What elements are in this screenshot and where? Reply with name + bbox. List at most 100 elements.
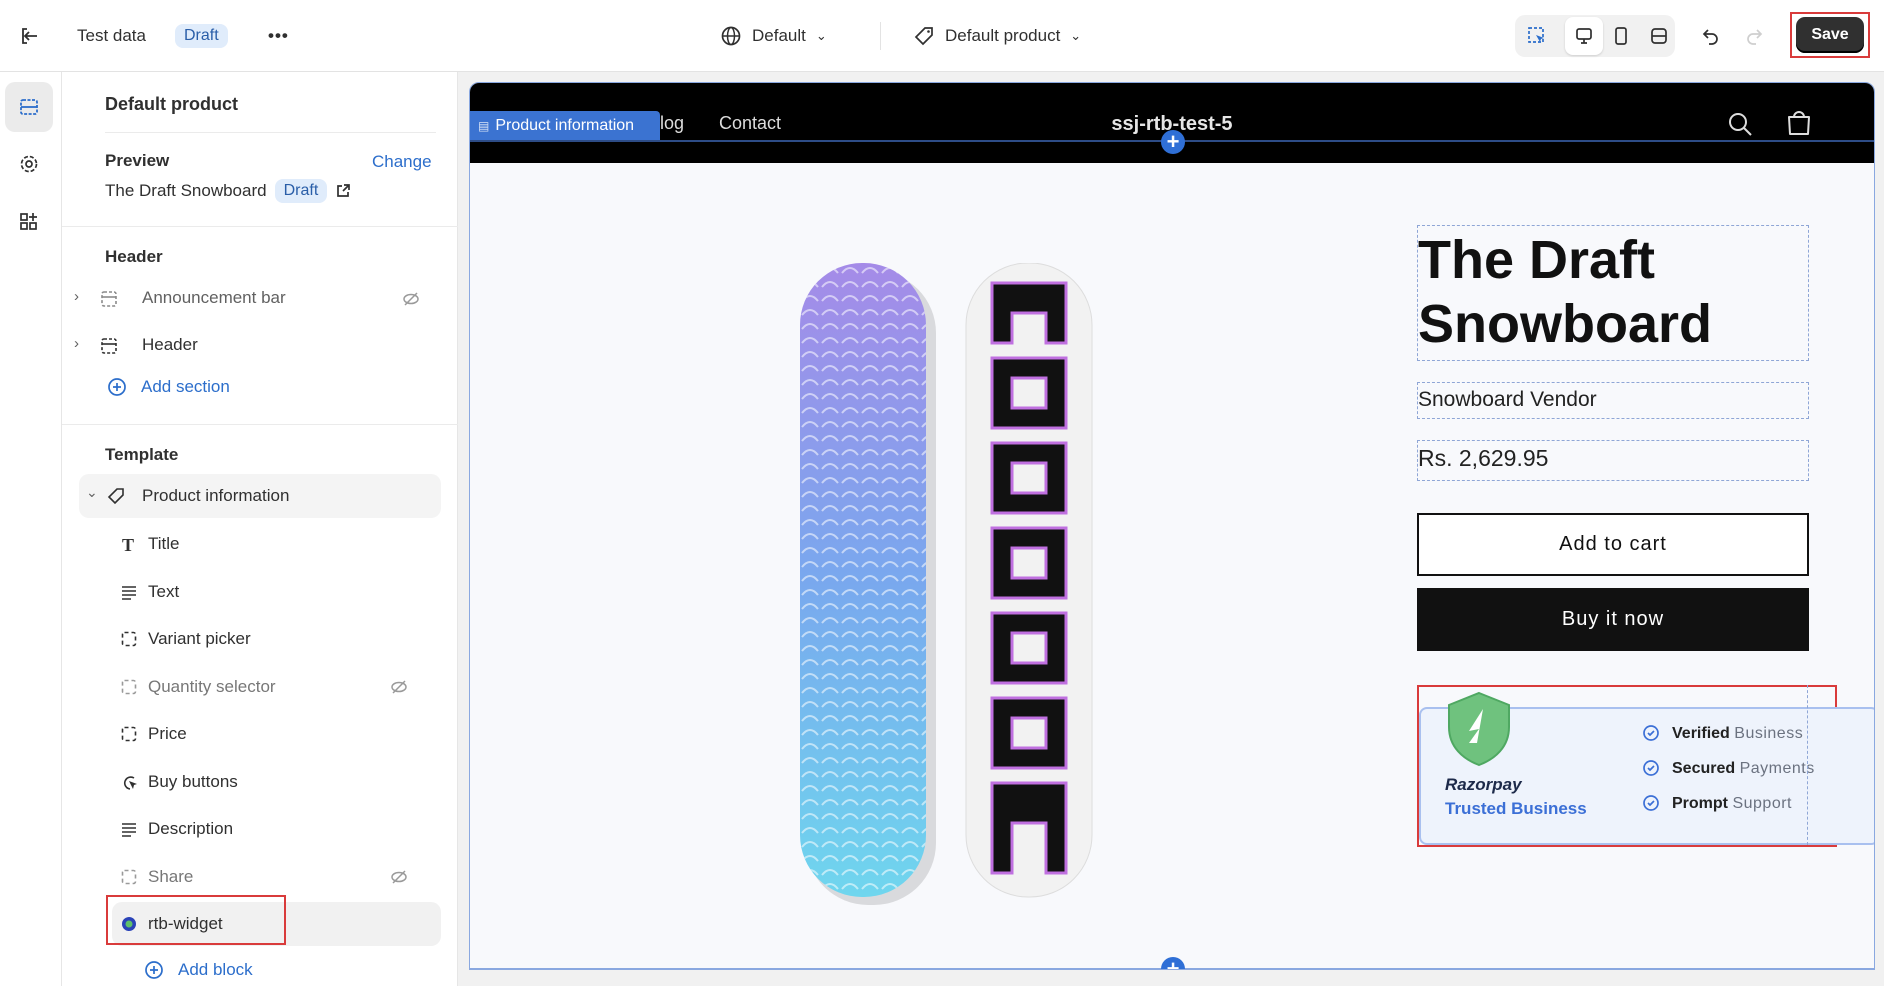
add-section-plus[interactable]: + — [1161, 130, 1185, 154]
block-description[interactable]: Description — [112, 807, 441, 851]
more-button[interactable]: ••• — [268, 0, 289, 72]
template-label: Default product — [945, 26, 1061, 45]
feature-rest: Support — [1732, 795, 1792, 812]
block-buy-buttons[interactable]: Buy buttons — [112, 760, 441, 804]
save-button[interactable]: Save — [1796, 17, 1864, 53]
change-link[interactable]: Change — [372, 152, 432, 172]
block-icon — [121, 631, 137, 647]
top-bar: Test data Draft ••• Default ⌄ Default pr… — [0, 0, 1884, 72]
add-block-label: Add block — [178, 960, 253, 979]
status-badge: Draft — [175, 24, 228, 48]
razorpay-shield-logo — [1448, 691, 1510, 767]
block-label: Buy buttons — [148, 771, 238, 791]
fullwidth-view-button[interactable] — [1640, 17, 1678, 55]
feature-strong: Prompt — [1672, 795, 1728, 812]
add-section-label: Add section — [141, 377, 230, 396]
apps-icon — [20, 213, 37, 230]
cart-icon[interactable] — [1784, 108, 1814, 138]
product-image[interactable] — [800, 263, 1110, 913]
product-title: The Draft Snowboard — [1418, 230, 1712, 354]
store-name: Test data — [77, 26, 146, 45]
block-variant-picker[interactable]: Variant picker — [112, 617, 441, 661]
redo-button[interactable] — [1735, 17, 1773, 55]
section-header[interactable]: › Header — [72, 329, 432, 363]
chevron-right-icon[interactable]: › — [74, 335, 79, 352]
sidebar-title: Default product — [105, 94, 238, 114]
product-price[interactable]: Rs. 2,629.95 — [1417, 440, 1809, 481]
block-label: Share — [148, 866, 194, 886]
text-icon — [122, 585, 136, 600]
search-icon[interactable] — [1726, 110, 1754, 138]
add-section-plus[interactable]: + — [1161, 957, 1185, 969]
block-title[interactable]: T Title — [112, 522, 441, 566]
chevron-right-icon[interactable]: › — [74, 288, 79, 305]
sections-icon — [20, 99, 38, 115]
desktop-icon — [1576, 28, 1592, 44]
mobile-view-button[interactable] — [1602, 17, 1640, 55]
svg-text:T: T — [122, 535, 134, 553]
add-block-button[interactable]: Add block — [144, 960, 253, 980]
block-quantity-selector[interactable]: Quantity selector — [112, 665, 441, 709]
feature-strong: Secured — [1672, 760, 1736, 777]
preview-status-badge: Draft — [274, 179, 328, 203]
left-rail — [0, 72, 62, 986]
rail-apps[interactable] — [5, 198, 53, 246]
section-label: Announcement bar — [142, 288, 286, 307]
section-announcement-bar[interactable]: › Announcement bar — [72, 282, 432, 316]
block-price[interactable]: Price — [112, 712, 441, 756]
buy-now-button[interactable]: Buy it now — [1417, 588, 1809, 651]
external-link-icon[interactable] — [335, 183, 351, 199]
block-share[interactable]: Share — [112, 855, 441, 899]
chevron-down-icon: ⌄ — [1070, 28, 1082, 43]
section-label: Product information — [142, 486, 290, 505]
shield-lock-icon — [1643, 760, 1659, 776]
section-label: Header — [142, 335, 198, 354]
widget-brand: Razorpay — [1445, 775, 1522, 794]
block-label: Title — [148, 534, 180, 553]
eye-hidden-icon[interactable] — [390, 868, 408, 886]
redo-icon — [1747, 29, 1763, 45]
block-text[interactable]: Text — [112, 570, 441, 614]
eye-hidden-icon[interactable] — [390, 678, 408, 696]
preview-product: The Draft Snowboard — [105, 181, 267, 200]
add-section-button[interactable]: Add section — [107, 377, 230, 397]
exit-button[interactable] — [18, 0, 40, 72]
section-product-information[interactable]: ⌄ Product information — [79, 474, 441, 518]
widget-feature: Verified Business — [1640, 723, 1803, 745]
highlight-box — [106, 895, 286, 945]
header-group-label: Header — [105, 247, 163, 266]
rail-sections[interactable] — [5, 82, 53, 132]
eye-hidden-icon[interactable] — [402, 290, 420, 308]
chevron-down-icon: ⌄ — [815, 28, 827, 43]
chevron-down-icon[interactable]: ⌄ — [86, 484, 98, 501]
block-icon — [121, 679, 137, 694]
select-cursor-icon — [1528, 27, 1544, 43]
plus-circle-icon — [108, 378, 126, 396]
settings-icon — [20, 155, 38, 173]
fullscreen-icon — [1651, 28, 1667, 44]
language-selector[interactable]: Default ⌄ — [720, 0, 827, 72]
add-to-cart-button[interactable]: Add to cart — [1417, 513, 1809, 576]
rail-settings[interactable] — [5, 140, 53, 188]
template-selector[interactable]: Default product ⌄ — [913, 0, 1081, 72]
feature-rest: Payments — [1739, 760, 1815, 777]
block-label: Quantity selector — [148, 676, 276, 696]
desktop-view-button[interactable] — [1565, 17, 1603, 55]
product-vendor[interactable]: Snowboard Vendor — [1417, 382, 1809, 419]
block-icon — [121, 726, 137, 742]
buy-buttons-icon — [124, 775, 137, 790]
section-icon — [101, 338, 117, 354]
inspector-toggle[interactable] — [1518, 17, 1556, 55]
block-outline — [1807, 685, 1808, 845]
template-group-label: Template — [105, 445, 179, 464]
feature-rest: Business — [1734, 725, 1804, 742]
tag-icon — [107, 488, 124, 505]
title-icon: T — [122, 535, 134, 553]
preview-label: Preview — [105, 151, 170, 170]
text-icon — [122, 823, 136, 837]
undo-button[interactable] — [1692, 17, 1730, 55]
title-block[interactable]: The Draft Snowboard — [1417, 225, 1809, 361]
verified-badge-icon — [1643, 725, 1659, 741]
widget-tagline: Trusted Business — [1445, 799, 1587, 818]
storefront-preview: ▤ Product information log Contact ssj-rt… — [469, 82, 1875, 970]
